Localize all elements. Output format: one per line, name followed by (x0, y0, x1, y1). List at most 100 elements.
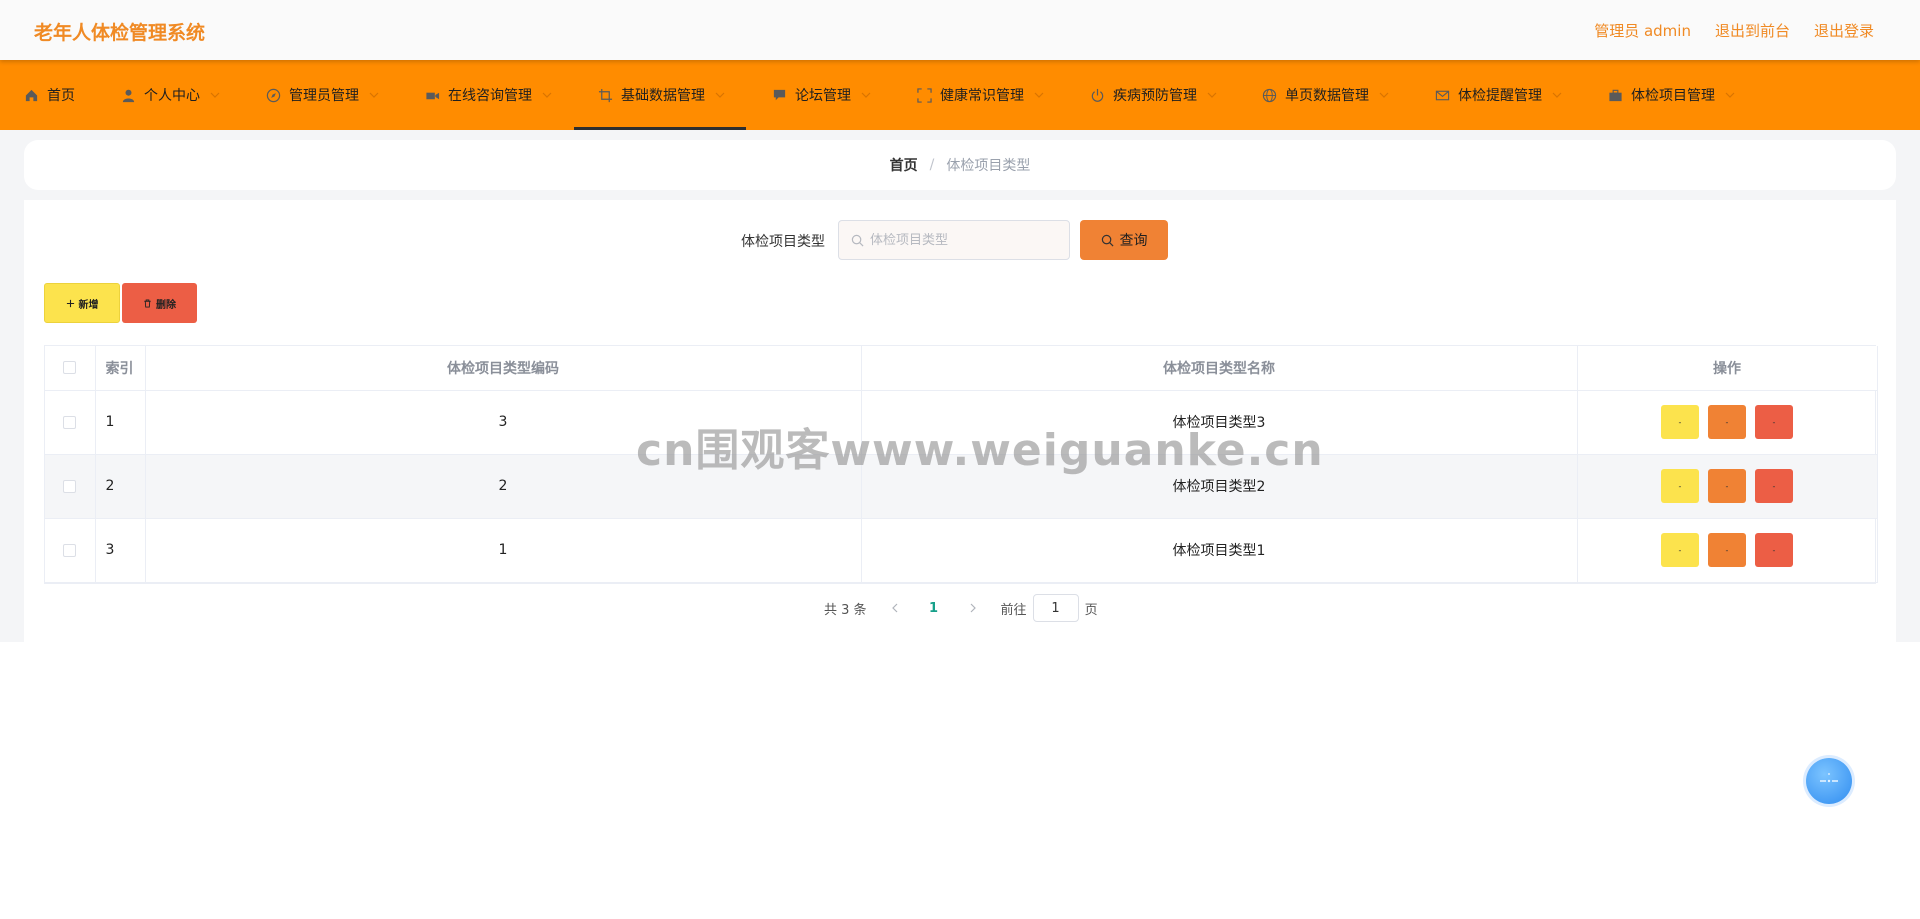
floating-assistant-button[interactable] (1806, 758, 1852, 804)
cell-code: 2 (145, 454, 862, 519)
page-number[interactable]: 1 (907, 601, 961, 616)
add-button[interactable]: 新增 (44, 283, 120, 323)
pagination: 共 3 条 1 前往 页 (824, 594, 1098, 622)
edit-button[interactable]: - (1708, 533, 1746, 567)
nav-item-label: 管理员管理 (289, 88, 359, 104)
goto-page-input[interactable] (1032, 594, 1079, 622)
top-header: 老年人体检管理系统 管理员 admin 退出到前台 退出登录 (0, 0, 1920, 60)
table-row: 1 3 体检项目类型3 - - - (45, 390, 1878, 455)
view-button[interactable]: - (1661, 469, 1699, 503)
cell-name: 体检项目类型1 (861, 518, 1578, 583)
row-delete-button[interactable]: - (1755, 405, 1793, 439)
nav-item-health-knowledge[interactable]: 健康常识管理 (917, 60, 1044, 130)
cell-name: 体检项目类型3 (861, 390, 1578, 455)
search-input[interactable] (870, 232, 1050, 248)
chevron-down-icon (715, 92, 725, 98)
nav-item-admin-manage[interactable]: 管理员管理 (266, 60, 379, 130)
select-all-checkbox[interactable] (63, 361, 77, 375)
video-icon (425, 88, 440, 103)
cell-code: 1 (145, 518, 862, 583)
row-delete-button[interactable]: - (1755, 469, 1793, 503)
nav-item-disease-prevention[interactable]: 疾病预防管理 (1090, 60, 1217, 130)
delete-button[interactable]: 删除 (122, 283, 197, 323)
table-row: 2 2 体检项目类型2 - - - (45, 454, 1878, 519)
row-checkbox[interactable] (63, 415, 77, 429)
cell-index: 1 (95, 390, 146, 455)
page-suffix: 页 (1084, 602, 1098, 618)
search-icon (1101, 234, 1113, 246)
nav-item-label: 体检项目管理 (1631, 88, 1715, 104)
briefcase-icon (1608, 88, 1623, 103)
nav-item-label: 健康常识管理 (940, 88, 1024, 104)
table-row: 3 1 体检项目类型1 - - - (45, 518, 1878, 583)
cell-name: 体检项目类型2 (861, 454, 1578, 519)
query-button-label: 查询 (1119, 233, 1148, 249)
chat-bubble-icon (1820, 773, 1838, 783)
globe-icon (1262, 88, 1277, 103)
prev-page-button[interactable] (883, 603, 907, 613)
column-header-index: 索引 (95, 346, 146, 391)
nav-item-label: 首页 (47, 88, 75, 104)
view-button[interactable]: - (1661, 405, 1699, 439)
trash-icon (144, 298, 151, 308)
mail-icon (1435, 88, 1450, 103)
nav-item-forum[interactable]: 论坛管理 (772, 60, 871, 130)
nav-item-checkup-reminder[interactable]: 体检提醒管理 (1435, 60, 1562, 130)
nav-item-label: 单页数据管理 (1285, 88, 1369, 104)
main-nav: 首页 个人中心 管理员管理 在线咨询管理 基础数据管理 论坛管理 健康常识管理 … (0, 60, 1920, 130)
nav-item-label: 体检提醒管理 (1458, 88, 1542, 104)
nav-item-single-page-data[interactable]: 单页数据管理 (1262, 60, 1389, 130)
chevron-down-icon (1034, 92, 1044, 98)
row-delete-button[interactable]: - (1755, 533, 1793, 567)
cell-code: 3 (145, 390, 862, 455)
nav-item-label: 个人中心 (144, 88, 200, 104)
edit-button[interactable]: - (1708, 469, 1746, 503)
search-field[interactable] (838, 220, 1070, 260)
admin-user-link[interactable]: 管理员 admin (1594, 20, 1691, 41)
nav-item-label: 疾病预防管理 (1113, 88, 1197, 104)
active-nav-indicator (574, 127, 746, 130)
nav-item-checkup-items[interactable]: 体检项目管理 (1608, 60, 1735, 130)
row-select-cell (45, 390, 96, 455)
logout-link[interactable]: 退出登录 (1814, 20, 1874, 41)
chevron-down-icon (1379, 92, 1389, 98)
view-button[interactable]: - (1661, 533, 1699, 567)
compass-icon (266, 88, 281, 103)
chevron-down-icon (861, 92, 871, 98)
edit-button[interactable]: - (1708, 405, 1746, 439)
search-label: 体检项目类型 (741, 234, 825, 250)
cell-actions: - - - (1577, 518, 1878, 583)
breadcrumb-home[interactable]: 首页 (890, 155, 918, 175)
query-button[interactable]: 查询 (1080, 220, 1168, 260)
chevron-down-icon (1725, 92, 1735, 98)
next-page-button[interactable] (961, 603, 985, 613)
cell-index: 3 (95, 518, 146, 583)
home-icon (24, 88, 39, 103)
breadcrumb-separator: / (929, 157, 935, 173)
column-header-actions: 操作 (1577, 346, 1878, 391)
row-checkbox[interactable] (63, 543, 77, 557)
chevron-down-icon (369, 92, 379, 98)
user-icon (121, 88, 136, 103)
pagination-total: 共 3 条 (824, 602, 867, 618)
nav-item-home[interactable]: 首页 (24, 60, 75, 130)
back-to-frontend-link[interactable]: 退出到前台 (1715, 20, 1790, 41)
nav-item-label: 在线咨询管理 (448, 88, 532, 104)
goto-label: 前往 (1000, 602, 1027, 618)
nav-item-base-data[interactable]: 基础数据管理 (598, 60, 725, 130)
cell-index: 2 (95, 454, 146, 519)
nav-item-label: 论坛管理 (795, 88, 851, 104)
chevron-left-icon (891, 603, 897, 613)
table-header-row: 索引 体检项目类型编码 体检项目类型名称 操作 (45, 346, 1878, 391)
chevron-down-icon (210, 92, 220, 98)
nav-item-personal-center[interactable]: 个人中心 (121, 60, 220, 130)
nav-item-online-consult[interactable]: 在线咨询管理 (425, 60, 552, 130)
row-checkbox[interactable] (63, 479, 77, 493)
power-icon (1090, 88, 1105, 103)
chevron-down-icon (1552, 92, 1562, 98)
app-title: 老年人体检管理系统 (34, 22, 206, 44)
add-button-label: 新增 (78, 299, 99, 311)
chat-icon (772, 88, 787, 103)
delete-button-label: 删除 (156, 299, 176, 311)
chevron-right-icon (970, 603, 976, 613)
